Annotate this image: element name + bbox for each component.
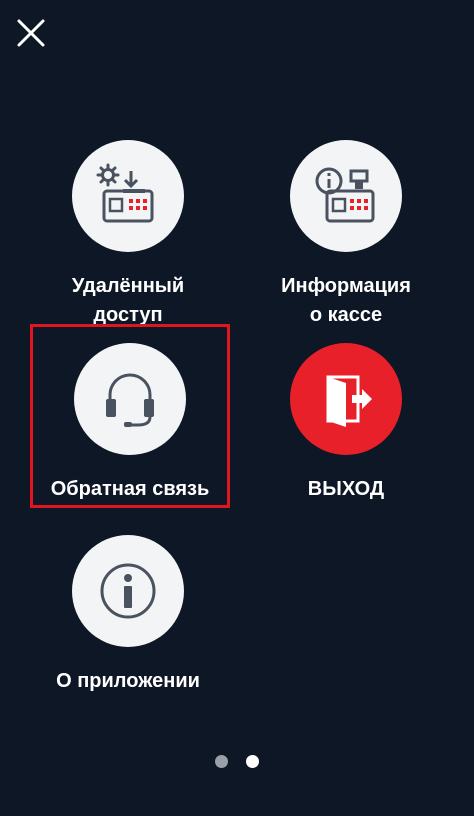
exit-door-icon bbox=[326, 375, 372, 427]
info-circle-icon bbox=[100, 563, 156, 619]
menu-item-label: Информация о кассе bbox=[281, 275, 411, 326]
exit-circle bbox=[290, 343, 402, 455]
remote-access-circle bbox=[72, 140, 184, 252]
page-dot-active[interactable] bbox=[246, 755, 259, 768]
menu-item-label: ВЫХОД bbox=[307, 478, 385, 500]
register-info-circle bbox=[290, 140, 402, 252]
menu-item-label: Удалённый доступ bbox=[71, 275, 185, 326]
register-info-icon bbox=[315, 167, 375, 223]
menu-item-label: О приложении bbox=[56, 670, 200, 692]
menu-item-exit[interactable]: ВЫХОД bbox=[246, 343, 446, 504]
menu-item-about[interactable]: О приложении bbox=[28, 535, 228, 696]
close-button[interactable] bbox=[14, 16, 48, 50]
headset-icon bbox=[106, 373, 154, 427]
close-icon bbox=[17, 19, 45, 47]
page-dot[interactable] bbox=[215, 755, 228, 768]
menu-item-label: Обратная связь bbox=[50, 478, 210, 500]
menu-item-feedback[interactable]: Обратная связь bbox=[30, 343, 230, 504]
menu-item-register-info[interactable]: Информация о кассе bbox=[246, 140, 446, 330]
menu-item-remote-access[interactable]: Удалённый доступ bbox=[28, 140, 228, 330]
about-circle bbox=[72, 535, 184, 647]
remote-access-register-icon bbox=[96, 163, 154, 223]
page-indicator bbox=[0, 755, 474, 768]
feedback-circle bbox=[74, 343, 186, 455]
